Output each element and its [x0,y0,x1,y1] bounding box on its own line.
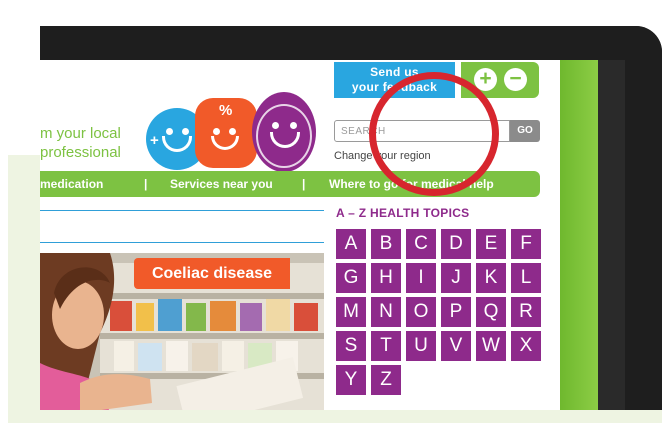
zoom-out-button[interactable]: − [504,68,527,91]
eye [166,128,173,135]
device-bezel-top [40,26,662,60]
dark-side-strip [598,60,625,410]
mouth [162,136,192,152]
az-letter-q[interactable]: Q [476,297,506,327]
nav-separator: | [302,177,306,191]
az-letter-n[interactable]: N [371,297,401,327]
green-side-strip [560,60,598,410]
az-letter-d[interactable]: D [441,229,471,259]
az-letter-m[interactable]: M [336,297,366,327]
mouth [211,136,239,150]
az-letter-y[interactable]: Y [336,365,366,395]
website-screen: Send us your feedback + − m your local p… [40,60,625,410]
az-letter-g[interactable]: G [336,263,366,293]
highlight-circle [369,72,499,196]
az-letter-p[interactable]: P [441,297,471,327]
search-go-button[interactable]: GO [510,120,540,142]
az-letter-w[interactable]: W [476,331,506,361]
nav-separator: | [144,177,148,191]
az-letter-e[interactable]: E [476,229,506,259]
az-letter-v[interactable]: V [441,331,471,361]
device-bezel-right [624,26,662,410]
site-tagline: m your local professional [40,124,150,162]
eye [229,128,236,135]
az-letter-f[interactable]: F [511,229,541,259]
nav-item-medication[interactable]: r medication [40,171,103,197]
coeliac-disease-label[interactable]: Coeliac disease [134,258,290,289]
az-letter-x[interactable]: X [511,331,541,361]
tagline-line-1: m your local [40,125,121,142]
az-letter-r[interactable]: R [511,297,541,327]
orange-face-icon: % [195,98,257,168]
az-health-topics-title: A – Z HEALTH TOPICS [336,206,470,220]
eye [213,128,220,135]
tagline-line-2: professional [40,144,121,161]
plus-symbol: + [150,132,159,149]
stethoscope-icon [256,104,312,168]
az-letter-i[interactable]: I [406,263,436,293]
az-letter-a[interactable]: A [336,229,366,259]
percent-symbol: % [219,102,233,119]
az-letter-b[interactable]: B [371,229,401,259]
eye [182,128,189,135]
nav-item-services-near-you[interactable]: Services near you [170,171,273,197]
purple-face-icon [252,92,316,172]
az-letter-t[interactable]: T [371,331,401,361]
divider-rule [40,210,324,211]
az-letter-h[interactable]: H [371,263,401,293]
az-letter-c[interactable]: C [406,229,436,259]
az-letter-u[interactable]: U [406,331,436,361]
az-letter-z[interactable]: Z [371,365,401,395]
az-letter-k[interactable]: K [476,263,506,293]
az-letter-grid: ABCDEF GHIJKL MNOPQR STUVWX YZ [336,229,541,395]
divider-rule [40,242,324,243]
az-letter-s[interactable]: S [336,331,366,361]
az-letter-o[interactable]: O [406,297,436,327]
az-letter-j[interactable]: J [441,263,471,293]
az-letter-l[interactable]: L [511,263,541,293]
